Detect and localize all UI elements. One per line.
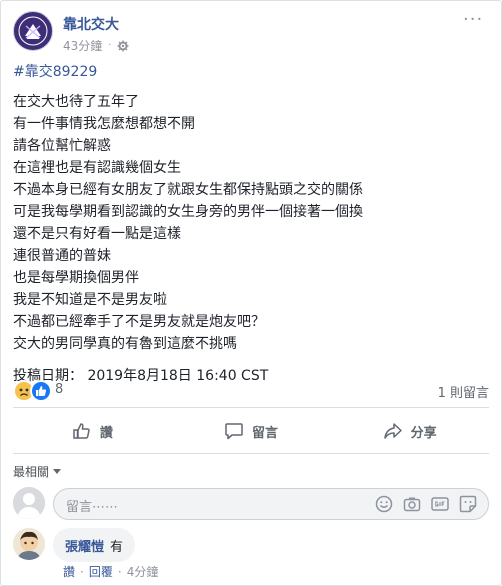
comment-time[interactable]: 4分鐘 — [127, 563, 159, 580]
reactions-bar: 8 1 則留言 — [13, 379, 489, 402]
like-button[interactable]: 讚 — [13, 413, 172, 449]
comment-author[interactable]: 張耀愷 — [65, 536, 104, 555]
thumbs-up-icon — [73, 423, 90, 439]
page-name[interactable]: 靠北交大 — [63, 14, 119, 34]
reaction-icons[interactable] — [13, 380, 52, 402]
divider — [13, 407, 489, 408]
commenter-photo-icon — [13, 528, 45, 560]
current-user-avatar[interactable] — [13, 487, 45, 519]
gear-icon[interactable] — [117, 40, 129, 52]
reaction-count[interactable]: 8 — [55, 382, 63, 397]
comment-count[interactable]: 1 則留言 — [438, 382, 489, 401]
gif-icon[interactable] — [430, 494, 450, 514]
post-body: #靠交89229 在交大也待了五年了 有一件事情我怎麼想都想不開 請各位幫忙解惑… — [13, 61, 483, 387]
comment-label: 留言 — [252, 425, 279, 441]
post-meta: 43分鐘 · — [63, 37, 129, 54]
caret-down-icon — [53, 469, 62, 474]
post-text: 在交大也待了五年了 有一件事情我怎麼想都想不開 請各位幫忙解惑 在這裡也是有認識… — [13, 91, 483, 355]
post-line: 在交大也待了五年了 — [13, 94, 139, 110]
comment-bubble: 張耀愷 有 — [53, 528, 136, 562]
divider — [13, 453, 489, 454]
post-actions: 讚 留言 分享 — [13, 413, 489, 449]
comment-sort-dropdown[interactable]: 最相關 — [13, 463, 62, 480]
comment-tools — [374, 494, 478, 514]
hashtag-link[interactable]: #靠交89229 — [13, 61, 483, 83]
emoji-icon[interactable] — [374, 494, 394, 514]
post-line: 有一件事情我怎麼想都想不開 — [13, 116, 195, 132]
share-label: 分享 — [410, 425, 437, 441]
default-avatar-icon — [13, 487, 45, 519]
like-label: 讚 — [99, 425, 113, 441]
post-line: 也是每學期換個男伴 — [13, 270, 139, 286]
post-line: 不過本身已經有女朋友了就跟女生都保持點頭之交的關係 — [13, 182, 363, 198]
post-line: 不過都已經牽手了不是男友就是炮友吧？ — [13, 314, 265, 330]
post-line: 可是我每學期看到認識的女生身旁的男伴一個接著一個換 — [13, 204, 363, 220]
separator: · — [80, 564, 84, 579]
post-line: 連很普通的普妹 — [13, 248, 111, 264]
more-options-icon[interactable]: ··· — [463, 11, 483, 29]
share-button[interactable]: 分享 — [330, 413, 489, 449]
comment-sort-label: 最相關 — [13, 465, 50, 479]
post-line: 我是不知道是不是男友啦 — [13, 292, 167, 308]
comment-like-link[interactable]: 讚 — [63, 563, 75, 580]
comment-actions: 讚 · 回覆 · 4分鐘 — [63, 563, 158, 580]
comment-input-placeholder: 留言⋯⋯ — [66, 500, 119, 515]
post-card: 靠北交大 43分鐘 · ··· #靠交89229 在交大也待了五年了 有一件事情… — [0, 0, 502, 586]
page-logo-icon — [15, 13, 51, 49]
post-header: 靠北交大 43分鐘 · ··· — [13, 11, 483, 55]
separator: · — [117, 564, 122, 579]
post-line: 請各位幫忙解惑 — [13, 138, 111, 154]
comment-text: 有 — [110, 539, 124, 555]
commenter-avatar[interactable] — [13, 528, 45, 560]
comment-input[interactable]: 留言⋯⋯ — [53, 488, 489, 520]
comment-icon — [225, 423, 243, 440]
comment-button[interactable]: 留言 — [172, 413, 331, 449]
post-line: 交大的男同學真的有魯到這麼不挑嗎 — [13, 336, 237, 352]
post-line: 還不是只有好看一點是這樣 — [13, 226, 181, 242]
sticker-icon[interactable] — [458, 494, 478, 514]
camera-icon[interactable] — [402, 494, 422, 514]
like-reaction-icon — [30, 380, 52, 402]
post-line: 在這裡也是有認識幾個女生 — [13, 160, 181, 176]
post-time[interactable]: 43分鐘 — [63, 37, 102, 54]
share-icon — [383, 423, 402, 439]
page-avatar[interactable] — [13, 11, 53, 51]
comment-reply-link[interactable]: 回覆 — [89, 563, 113, 580]
meta-separator: · — [108, 40, 112, 51]
